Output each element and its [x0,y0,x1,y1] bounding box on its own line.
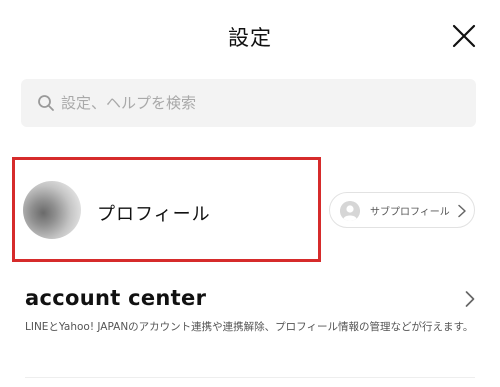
account-center-description: LINEとYahoo! JAPANのアカウント連携や連携解除、プロフィール情報の… [25,321,474,333]
sub-profile-label: サブプロフィール [370,207,450,218]
chevron-right-icon [465,291,475,307]
close-button[interactable] [448,20,480,52]
chevron-right-icon [458,204,466,218]
search-input[interactable] [61,79,461,127]
page-title: 設定 [228,26,272,50]
account-center-logo: account center [25,286,207,310]
search-icon [38,95,54,111]
close-icon [452,24,476,48]
header: 設定 [0,0,500,72]
person-icon [340,201,360,221]
avatar [23,181,81,239]
sub-profile-button[interactable]: サブプロフィール [329,192,475,228]
profile-label: プロフィール [97,204,211,225]
divider [25,377,475,378]
account-center-row[interactable]: account center LINEとYahoo! JAPANのアカウント連携… [0,280,500,350]
profile-row[interactable]: プロフィール [12,157,322,263]
search-bar[interactable] [21,79,476,127]
settings-screen: 設定 プロフィール サブプロフィール [0,0,500,387]
